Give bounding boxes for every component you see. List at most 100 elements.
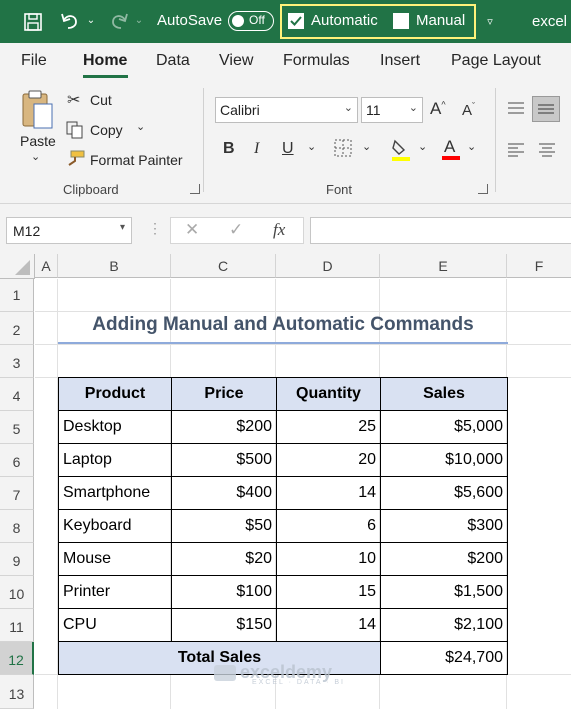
header-product[interactable]: Product (58, 377, 172, 411)
price-cell[interactable]: $400 (171, 476, 277, 510)
row-header[interactable]: 1 (0, 279, 34, 312)
save-icon[interactable] (22, 11, 44, 33)
chevron-down-icon[interactable]: ▾ (120, 222, 125, 233)
cut-icon[interactable]: ✂ (67, 90, 80, 110)
sales-cell[interactable]: $5,600 (380, 476, 508, 510)
row-header[interactable]: 9 (0, 543, 34, 576)
cancel-icon[interactable]: ✕ (185, 220, 199, 240)
paste-icon[interactable] (20, 88, 56, 137)
clipboard-launcher-icon[interactable] (190, 184, 200, 194)
total-value[interactable]: $24,700 (380, 641, 508, 675)
copy-icon[interactable] (66, 121, 84, 144)
column-header-b[interactable]: B (58, 254, 171, 278)
row-header[interactable]: 6 (0, 444, 34, 477)
row-header[interactable]: 7 (0, 477, 34, 510)
fill-color-icon[interactable] (390, 138, 412, 167)
align-top-icon[interactable] (506, 100, 526, 121)
enter-icon[interactable]: ✓ (229, 220, 243, 240)
increase-font-size-icon[interactable]: A^ (430, 99, 446, 119)
product-cell[interactable]: Desktop (58, 410, 172, 444)
name-box[interactable]: M12 ▾ (6, 217, 132, 244)
insert-function-icon[interactable]: fx (273, 220, 285, 240)
underline-button[interactable]: U (282, 140, 294, 158)
product-cell[interactable]: Mouse (58, 542, 172, 576)
align-left-icon[interactable] (506, 142, 526, 163)
font-name-combo[interactable]: Calibri ⌄ (215, 97, 358, 123)
font-size-combo[interactable]: 11 ⌄ (361, 97, 423, 123)
quantity-cell[interactable]: 10 (276, 542, 381, 576)
product-cell[interactable]: Laptop (58, 443, 172, 477)
tab-insert[interactable]: Insert (380, 52, 420, 70)
redo-dropdown-icon[interactable]: ⌄ (134, 14, 144, 26)
tab-home[interactable]: Home (83, 52, 127, 70)
price-cell[interactable]: $500 (171, 443, 277, 477)
price-cell[interactable]: $200 (171, 410, 277, 444)
tab-view[interactable]: View (219, 52, 253, 70)
font-color-dropdown-icon[interactable]: ⌄ (467, 140, 476, 153)
column-header-a[interactable]: A (35, 254, 58, 278)
undo-dropdown-icon[interactable]: ⌄ (86, 14, 96, 26)
price-cell[interactable]: $150 (171, 608, 277, 642)
automatic-checkbox[interactable] (288, 13, 304, 29)
header-price[interactable]: Price (171, 377, 277, 411)
header-quantity[interactable]: Quantity (276, 377, 381, 411)
product-cell[interactable]: Keyboard (58, 509, 172, 543)
product-cell[interactable]: Smartphone (58, 476, 172, 510)
formula-input[interactable] (310, 217, 571, 244)
row-header[interactable]: 2 (0, 312, 34, 345)
copy-dropdown-icon[interactable]: ⌄ (136, 120, 145, 133)
format-painter-icon[interactable] (65, 150, 85, 173)
copy-label[interactable]: Copy (90, 122, 123, 138)
sales-cell[interactable]: $5,000 (380, 410, 508, 444)
row-header[interactable]: 10 (0, 576, 34, 609)
font-color-icon[interactable]: A (440, 136, 462, 167)
column-header-d[interactable]: D (276, 254, 380, 278)
customize-toolbar-icon[interactable]: ▿ (484, 14, 496, 28)
header-sales[interactable]: Sales (380, 377, 508, 411)
price-cell[interactable]: $50 (171, 509, 277, 543)
tab-page-layout[interactable]: Page Layout (451, 52, 541, 70)
quantity-cell[interactable]: 14 (276, 608, 381, 642)
paste-dropdown-icon[interactable]: ⌄ (31, 150, 40, 163)
redo-icon[interactable] (107, 10, 131, 32)
row-header[interactable]: 8 (0, 510, 34, 543)
cut-label[interactable]: Cut (90, 92, 112, 108)
undo-icon[interactable] (58, 10, 82, 32)
price-cell[interactable]: $100 (171, 575, 277, 609)
sales-cell[interactable]: $1,500 (380, 575, 508, 609)
price-cell[interactable]: $20 (171, 542, 277, 576)
row-header[interactable]: 4 (0, 378, 34, 411)
row-header[interactable]: 13 (0, 675, 34, 709)
bold-button[interactable]: B (223, 140, 235, 158)
tab-formulas[interactable]: Formulas (283, 52, 350, 70)
paste-label[interactable]: Paste (20, 133, 56, 149)
row-header[interactable]: 5 (0, 411, 34, 444)
tab-data[interactable]: Data (156, 52, 190, 70)
quantity-cell[interactable]: 25 (276, 410, 381, 444)
quantity-cell[interactable]: 14 (276, 476, 381, 510)
select-all-button[interactable] (0, 254, 35, 279)
sales-cell[interactable]: $2,100 (380, 608, 508, 642)
column-header-c[interactable]: C (171, 254, 276, 278)
sales-cell[interactable]: $10,000 (380, 443, 508, 477)
row-header[interactable]: 3 (0, 345, 34, 378)
underline-dropdown-icon[interactable]: ⌄ (307, 140, 316, 153)
format-painter-label[interactable]: Format Painter (90, 152, 183, 168)
quantity-cell[interactable]: 20 (276, 443, 381, 477)
row-header[interactable]: 11 (0, 609, 34, 642)
italic-button[interactable]: I (254, 140, 259, 158)
font-launcher-icon[interactable] (478, 184, 488, 194)
align-center-icon[interactable] (537, 142, 557, 163)
sales-cell[interactable]: $200 (380, 542, 508, 576)
tab-file[interactable]: File (21, 52, 47, 70)
product-cell[interactable]: Printer (58, 575, 172, 609)
manual-checkbox[interactable] (393, 13, 409, 29)
column-header-e[interactable]: E (380, 254, 507, 278)
fill-color-dropdown-icon[interactable]: ⌄ (418, 140, 427, 153)
align-middle-icon[interactable] (532, 96, 560, 122)
decrease-font-size-icon[interactable]: Aˇ (462, 101, 475, 119)
quantity-cell[interactable]: 15 (276, 575, 381, 609)
row-header-selected[interactable]: 12 (0, 642, 34, 675)
product-cell[interactable]: CPU (58, 608, 172, 642)
borders-dropdown-icon[interactable]: ⌄ (362, 140, 371, 153)
